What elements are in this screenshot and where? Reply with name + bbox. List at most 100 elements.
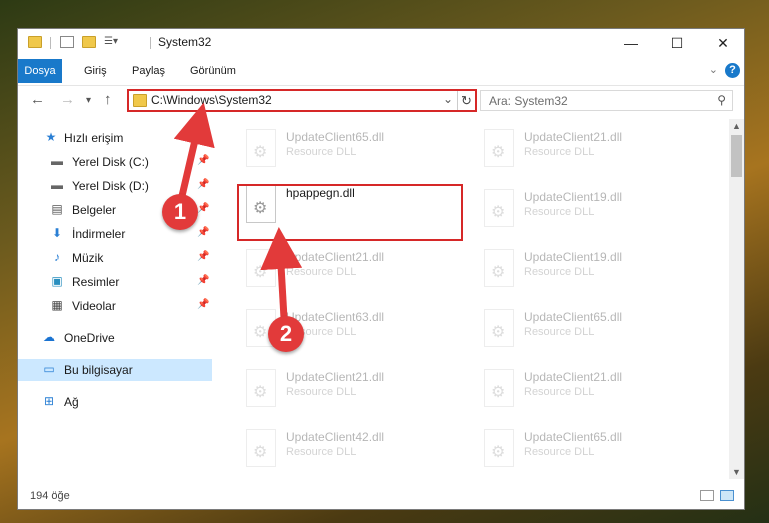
file-item[interactable]: ⚙ UpdateClient65.dll Resource DLL (240, 125, 470, 175)
file-item[interactable]: ⚙ UpdateClient65.dll Resource DLL (478, 425, 708, 475)
dll-file-icon: ⚙ (484, 249, 514, 287)
back-icon[interactable]: ← (30, 91, 45, 108)
details-view-icon[interactable] (700, 490, 714, 501)
drive-icon: ▬ (51, 154, 63, 168)
scroll-up-icon[interactable]: ▲ (732, 121, 741, 131)
sidebar-item-music[interactable]: ♪ Müzik 📌 (18, 247, 212, 269)
music-icon: ♪ (54, 250, 60, 264)
file-name: UpdateClient65.dll (524, 430, 623, 444)
file-type: Resource DLL (524, 206, 595, 218)
cloud-icon: ☁ (43, 330, 55, 344)
dll-file-icon: ⚙ (246, 129, 276, 167)
file-item[interactable]: ⚙ UpdateClient19.dll Resource DLL (478, 245, 708, 295)
chevron-down-icon[interactable]: ⌄ (443, 92, 453, 106)
computer-icon: ▭ (43, 362, 55, 376)
file-type: Resource DLL (524, 446, 595, 458)
drive-icon: ▬ (51, 178, 63, 192)
file-name: UpdateClient21.dll (524, 130, 623, 144)
pin-icon: 📌 (197, 275, 210, 286)
file-type: Resource DLL (524, 266, 595, 278)
file-type: Resource DLL (286, 446, 357, 458)
sidebar-item-pictures[interactable]: ▣ Resimler 📌 (18, 271, 212, 293)
scroll-down-icon[interactable]: ▼ (732, 467, 741, 477)
maximize-button[interactable]: ☐ (654, 29, 700, 57)
sidebar-item-onedrive[interactable]: ☁ OneDrive (18, 327, 212, 349)
properties-icon[interactable] (60, 36, 74, 48)
sidebar-item-label: Resimler (72, 275, 120, 289)
file-name: UpdateClient42.dll (286, 430, 385, 444)
videos-icon: ▦ (51, 298, 63, 312)
file-name: UpdateClient65.dll (524, 310, 623, 324)
sidebar-item-videos[interactable]: ▦ Videolar 📌 (18, 295, 212, 317)
file-item[interactable]: ⚙ UpdateClient21.dll Resource DLL (478, 125, 708, 175)
sidebar-item-label: Hızlı erişim (64, 131, 124, 145)
pin-icon: 📌 (197, 299, 210, 310)
expand-ribbon-icon[interactable]: ⌄ (709, 63, 718, 76)
sidebar-item-label: Ağ (64, 395, 79, 409)
sidebar-item-drive-c[interactable]: ▬ Yerel Disk (C:) 📌 (18, 151, 212, 173)
window-title: System32 (158, 35, 212, 49)
pin-icon: 📌 (197, 227, 210, 238)
file-item[interactable]: ⚙ UpdateClient65.dll Resource DLL (478, 305, 708, 355)
tab-share[interactable]: Paylaş (124, 59, 173, 83)
search-icon[interactable]: ⚲ (717, 93, 726, 107)
ribbon-tabs: Dosya Giriş Paylaş Görünüm ⌄ ? (18, 59, 744, 83)
documents-icon: ▤ (51, 202, 63, 216)
folder-icon (28, 36, 42, 48)
file-list: ⚙ UpdateClient65.dll Resource DLL ⚙ hpap… (224, 119, 728, 479)
tab-view[interactable]: Görünüm (182, 59, 244, 83)
sidebar-item-label: Yerel Disk (D:) (72, 179, 149, 193)
pin-icon: 📌 (197, 251, 210, 262)
tab-home[interactable]: Giriş (76, 59, 115, 83)
close-button[interactable]: ✕ (700, 29, 746, 57)
sidebar-item-label: OneDrive (64, 331, 115, 345)
search-input[interactable]: Ara: System32 ⚲ (480, 90, 733, 111)
search-placeholder: Ara: System32 (489, 94, 568, 108)
scroll-thumb[interactable] (731, 135, 742, 177)
dll-file-icon: ⚙ (484, 129, 514, 167)
sidebar-item-this-pc[interactable]: ▭ Bu bilgisayar (18, 359, 212, 381)
vertical-scrollbar[interactable]: ▲ ▼ (729, 119, 744, 479)
file-name: UpdateClient63.dll (286, 310, 385, 324)
sidebar-item-quick-access[interactable]: ★ Hızlı erişim (18, 127, 212, 149)
file-name: UpdateClient21.dll (286, 370, 385, 384)
up-icon[interactable]: ↑ (104, 91, 112, 108)
file-item[interactable]: ⚙ UpdateClient21.dll Resource DLL (240, 365, 470, 415)
refresh-icon[interactable]: ↻ (457, 91, 475, 110)
help-icon[interactable]: ? (725, 63, 740, 78)
title-bar: ☰▾ System32 — ☐ ✕ (18, 29, 744, 57)
file-name: UpdateClient65.dll (286, 130, 385, 144)
sidebar-item-label: Belgeler (72, 203, 117, 217)
sidebar-item-network[interactable]: ⊞ Ağ (18, 391, 212, 413)
new-folder-icon[interactable] (82, 36, 96, 48)
star-icon: ★ (45, 130, 57, 144)
file-item[interactable]: ⚙ UpdateClient19.dll Resource DLL (478, 185, 708, 235)
file-type: Resource DLL (524, 146, 595, 158)
divider (150, 37, 151, 49)
forward-icon[interactable]: → (60, 91, 75, 108)
sidebar-item-label: Bu bilgisayar (64, 363, 133, 377)
file-item[interactable]: ⚙ UpdateClient21.dll Resource DLL (478, 365, 708, 415)
dll-file-icon: ⚙ (246, 429, 276, 467)
sidebar-item-label: Müzik (72, 251, 104, 265)
navigation-bar: ← → ▾ ↑ C:\Windows\System32 ⌄ ↻ Ara: Sys… (18, 85, 744, 116)
dll-file-icon: ⚙ (484, 429, 514, 467)
dll-file-icon: ⚙ (484, 369, 514, 407)
pin-icon: 📌 (197, 203, 210, 214)
item-count: 194 öğe (30, 490, 70, 502)
file-item[interactable]: ⚙ UpdateClient42.dll Resource DLL (240, 425, 470, 475)
file-item[interactable]: ⚙ UpdateClient21.dll Resource DLL (240, 245, 470, 295)
sidebar-item-label: Videolar (72, 299, 116, 313)
minimize-button[interactable]: — (608, 29, 654, 57)
dll-file-icon: ⚙ (484, 309, 514, 347)
large-icons-view-icon[interactable] (720, 490, 734, 501)
customize-toolbar-icon[interactable]: ☰▾ (104, 36, 118, 48)
address-bar[interactable]: C:\Windows\System32 ⌄ ↻ (127, 89, 477, 112)
dll-file-icon: ⚙ (246, 249, 276, 287)
address-path: C:\Windows\System32 (151, 93, 272, 107)
tab-file[interactable]: Dosya (18, 59, 62, 83)
file-type: Resource DLL (524, 386, 595, 398)
status-bar: 194 öğe (18, 485, 744, 509)
sidebar-item-label: Yerel Disk (C:) (72, 155, 149, 169)
recent-locations-icon[interactable]: ▾ (86, 95, 91, 106)
